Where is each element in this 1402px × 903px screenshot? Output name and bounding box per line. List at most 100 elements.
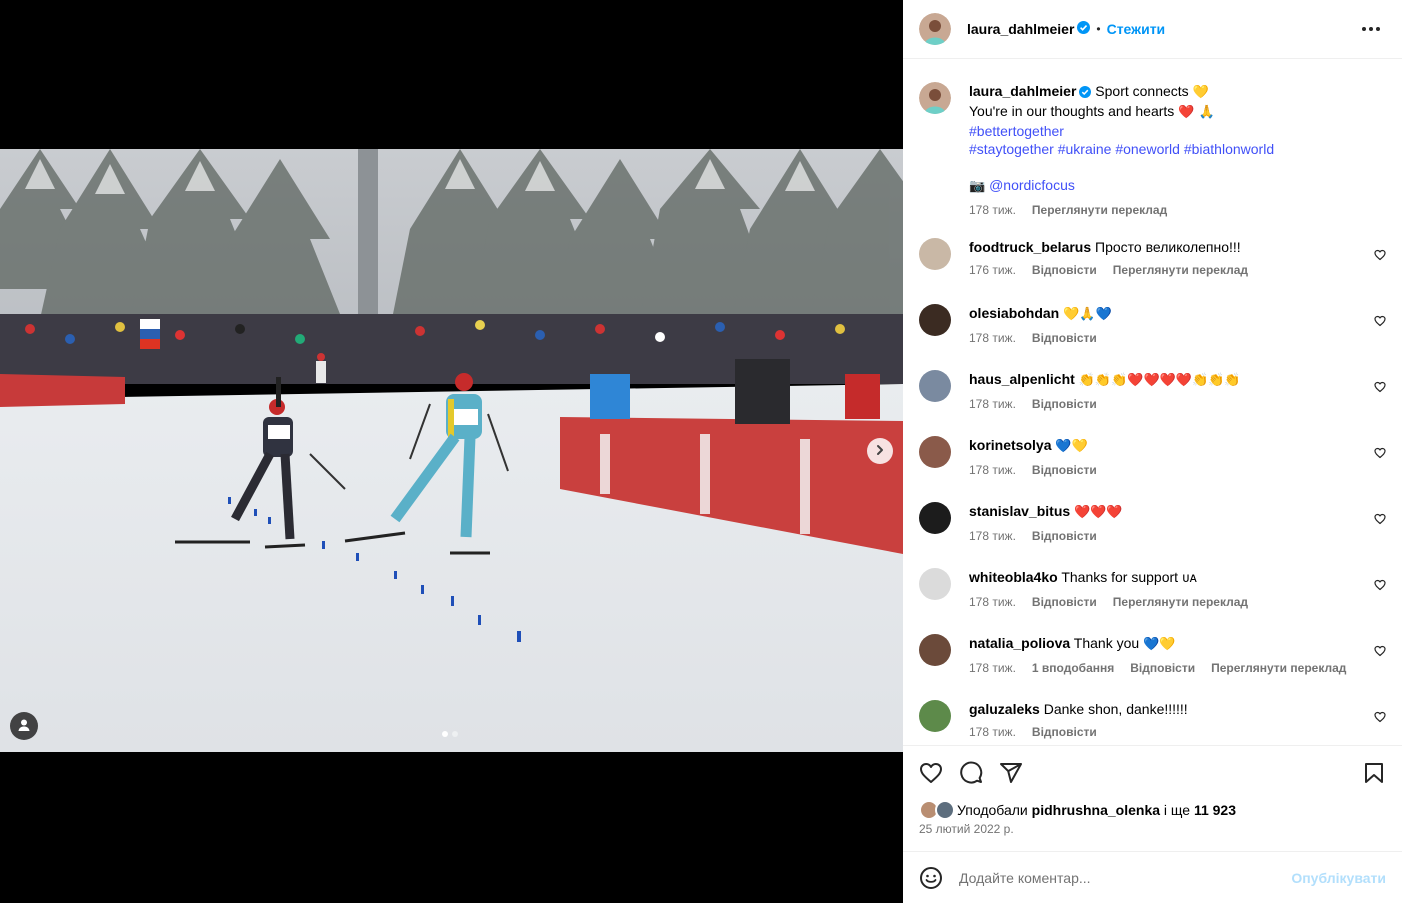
next-slide-button[interactable] (867, 438, 893, 464)
comment-item: korinetsolya 💙💛 178 тиж. Відповісти (919, 436, 1386, 502)
post-photo[interactable] (0, 149, 903, 752)
follow-button[interactable]: Стежити (1107, 21, 1166, 37)
comments-list: foodtruck_belarus Просто великолепно!!! 1… (919, 238, 1386, 745)
action-icons (919, 760, 1386, 786)
biathlon-photo (0, 149, 903, 752)
commenter-username[interactable]: korinetsolya (969, 437, 1051, 453)
commenter-username[interactable]: galuzaleks (969, 701, 1040, 717)
hashtag-link[interactable]: #oneworld (1115, 141, 1180, 157)
like-icon[interactable] (919, 761, 943, 785)
reply-link[interactable]: Відповісти (1032, 462, 1097, 478)
bookmark-icon[interactable] (1362, 761, 1386, 785)
more-options-button[interactable] (1356, 21, 1386, 37)
comment-emoji: 💙💛 (1055, 439, 1088, 454)
comment-time[interactable]: 178 тиж. (969, 660, 1016, 676)
reply-link[interactable]: Відповісти (1032, 396, 1097, 412)
verified-badge-icon (1077, 21, 1091, 37)
caption: laura_dahlmeier Sport connects 💛 You're … (919, 82, 1386, 218)
comment-meta: 178 тиж. Відповісти (969, 330, 1386, 346)
comment-meta: 178 тиж. Відповісти (969, 396, 1386, 412)
hashtag-link[interactable]: #biathlonworld (1184, 141, 1274, 157)
hashtag-link[interactable]: #ukraine (1058, 141, 1112, 157)
comment-likes-count[interactable]: 1 вподобання (1032, 660, 1114, 676)
reply-link[interactable]: Відповісти (1032, 262, 1097, 278)
comment-time[interactable]: 178 тиж. (969, 462, 1016, 478)
verified-badge-icon (1079, 84, 1092, 102)
likes-user-link[interactable]: pidhrushna_olenka (1032, 802, 1160, 818)
tagged-users-button[interactable] (10, 712, 38, 740)
reply-link[interactable]: Відповісти (1032, 594, 1097, 610)
post-header: laura_dahlmeier • Стежити (903, 0, 1402, 59)
reply-link[interactable]: Відповісти (1032, 724, 1097, 740)
author-avatar[interactable] (919, 13, 951, 45)
comment-item: whiteobla4ko Thanks for support ᴜᴀ 178 ти… (919, 568, 1386, 634)
comment-like-icon[interactable] (1374, 380, 1386, 396)
commenter-avatar[interactable] (919, 304, 951, 336)
commenter-username[interactable]: olesiabohdan (969, 305, 1059, 321)
user-icon (17, 718, 31, 735)
likes-prefix: Уподобали (957, 802, 1028, 818)
more-dot (1362, 27, 1366, 31)
commenter-username[interactable]: foodtruck_belarus (969, 239, 1091, 255)
comment-meta: 178 тиж. Відповісти Переглянути переклад (969, 594, 1386, 610)
commenter-username[interactable]: whiteobla4ko (969, 569, 1058, 585)
comment-text: Thank you (1073, 635, 1140, 651)
comments-scroll-area[interactable]: laura_dahlmeier Sport connects 💛 You're … (903, 60, 1402, 745)
comment-like-icon[interactable] (1374, 446, 1386, 462)
comment-like-icon[interactable] (1374, 512, 1386, 528)
comment-time[interactable]: 176 тиж. (969, 262, 1016, 278)
hashtag-link[interactable]: #staytogether (969, 141, 1054, 157)
comment-icon[interactable] (959, 761, 983, 785)
commenter-username[interactable]: haus_alpenlicht (969, 371, 1075, 387)
comment-composer: Опублікувати (903, 851, 1402, 903)
see-translation-link[interactable]: Переглянути переклад (1113, 262, 1248, 278)
comment-item: stanislav_bitus ❤️❤️❤️ 178 тиж. Відповісти (919, 502, 1386, 568)
commenter-username[interactable]: natalia_poliova (969, 635, 1070, 651)
comment-text: Danke shon, danke!!!!!! (1043, 701, 1188, 717)
commenter-avatar[interactable] (919, 238, 951, 270)
comment-like-icon[interactable] (1374, 710, 1386, 726)
see-translation-link[interactable]: Переглянути переклад (1113, 594, 1248, 610)
media-pane (0, 0, 903, 903)
comment-input[interactable] (959, 869, 1292, 886)
commenter-avatar[interactable] (919, 436, 951, 468)
post-date[interactable]: 25 лютий 2022 р. (919, 822, 1386, 836)
reply-link[interactable]: Відповісти (1032, 330, 1097, 346)
likes-middle: і ще (1163, 802, 1191, 818)
comment-time[interactable]: 178 тиж. (969, 528, 1016, 544)
caption-username[interactable]: laura_dahlmeier (969, 83, 1076, 99)
publish-button[interactable]: Опублікувати (1291, 870, 1386, 886)
carousel-dot (452, 731, 458, 737)
comment-time[interactable]: 178 тиж. (969, 330, 1016, 346)
emoji-picker-icon[interactable] (919, 866, 943, 890)
comment-time[interactable]: 178 тиж. (969, 396, 1016, 412)
commenter-avatar[interactable] (919, 700, 951, 732)
mention-link[interactable]: @nordicfocus (989, 177, 1075, 193)
reply-link[interactable]: Відповісти (1032, 528, 1097, 544)
camera-emoji: 📷 (969, 179, 986, 194)
commenter-avatar[interactable] (919, 502, 951, 534)
hashtag-link[interactable]: #bettertogether (969, 123, 1064, 139)
author-username[interactable]: laura_dahlmeier (967, 21, 1074, 37)
reply-link[interactable]: Відповісти (1130, 660, 1195, 676)
see-translation-link[interactable]: Переглянути переклад (1211, 660, 1346, 676)
share-icon[interactable] (999, 761, 1023, 785)
yellow-heart-emoji: 💛 (1192, 85, 1209, 100)
caption-time[interactable]: 178 тиж. (969, 202, 1016, 218)
see-translation-link[interactable]: Переглянути переклад (1032, 202, 1167, 218)
commenter-username[interactable]: stanislav_bitus (969, 503, 1070, 519)
comment-meta: 178 тиж. Відповісти (969, 462, 1386, 478)
comment-like-icon[interactable] (1374, 578, 1386, 594)
author-avatar[interactable] (919, 82, 951, 114)
comment-time[interactable]: 178 тиж. (969, 594, 1016, 610)
comment-like-icon[interactable] (1374, 314, 1386, 330)
comment-body: galuzaleks Danke shon, danke!!!!!! 178 ти… (969, 700, 1386, 745)
likes-count-link[interactable]: 11 923 (1194, 802, 1236, 818)
commenter-avatar[interactable] (919, 370, 951, 402)
commenter-avatar[interactable] (919, 634, 951, 666)
comment-item: haus_alpenlicht 👏👏👏❤️❤️❤️❤️👏👏👏 178 тиж. Ві… (919, 370, 1386, 436)
comment-like-icon[interactable] (1374, 248, 1386, 264)
commenter-avatar[interactable] (919, 568, 951, 600)
comment-like-icon[interactable] (1374, 644, 1386, 660)
comment-time[interactable]: 178 тиж. (969, 724, 1016, 740)
